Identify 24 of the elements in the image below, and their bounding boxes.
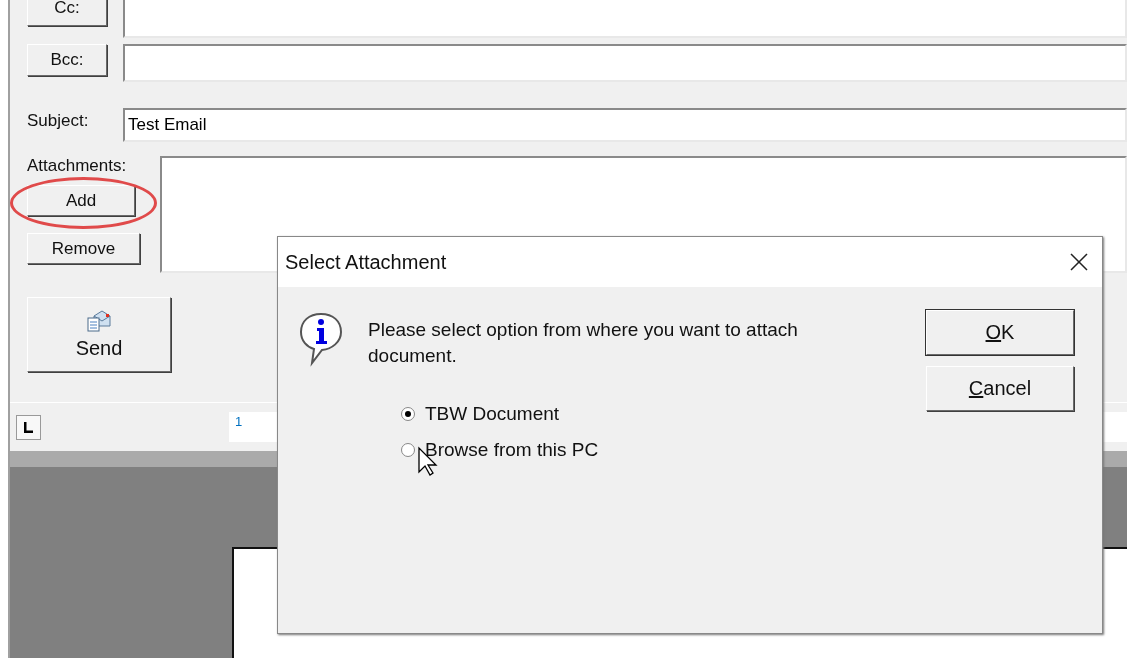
radio-button[interactable] [401, 443, 415, 457]
remove-button[interactable]: Remove [27, 233, 140, 264]
dialog-title: Select Attachment [285, 250, 447, 274]
ok-button[interactable]: OK [926, 310, 1074, 355]
ruler-number: 1 [234, 413, 243, 429]
left-tab-icon [24, 421, 33, 433]
radio-label: TBW Document [425, 403, 560, 425]
cc-button[interactable]: Cc: [27, 0, 107, 26]
envelope-document-icon [87, 309, 111, 332]
bcc-field[interactable] [123, 44, 1127, 82]
add-button[interactable]: Add [27, 185, 135, 216]
subject-field[interactable]: Test Email [123, 108, 1127, 142]
cc-field[interactable] [123, 0, 1127, 38]
tab-stop-selector[interactable] [16, 414, 41, 440]
cancel-button[interactable]: Cancel [926, 366, 1074, 411]
info-icon [298, 311, 344, 367]
attachments-label: Attachments: [27, 156, 128, 176]
radio-button[interactable] [401, 407, 415, 421]
subject-label: Subject: [27, 110, 90, 132]
radio-label: Browse from this PC [425, 439, 599, 461]
close-icon[interactable] [1070, 253, 1088, 271]
bcc-button[interactable]: Bcc: [27, 44, 107, 76]
dialog-message: Please select option from where you want to attach document. [368, 318, 799, 368]
send-button[interactable]: Send [27, 297, 171, 372]
